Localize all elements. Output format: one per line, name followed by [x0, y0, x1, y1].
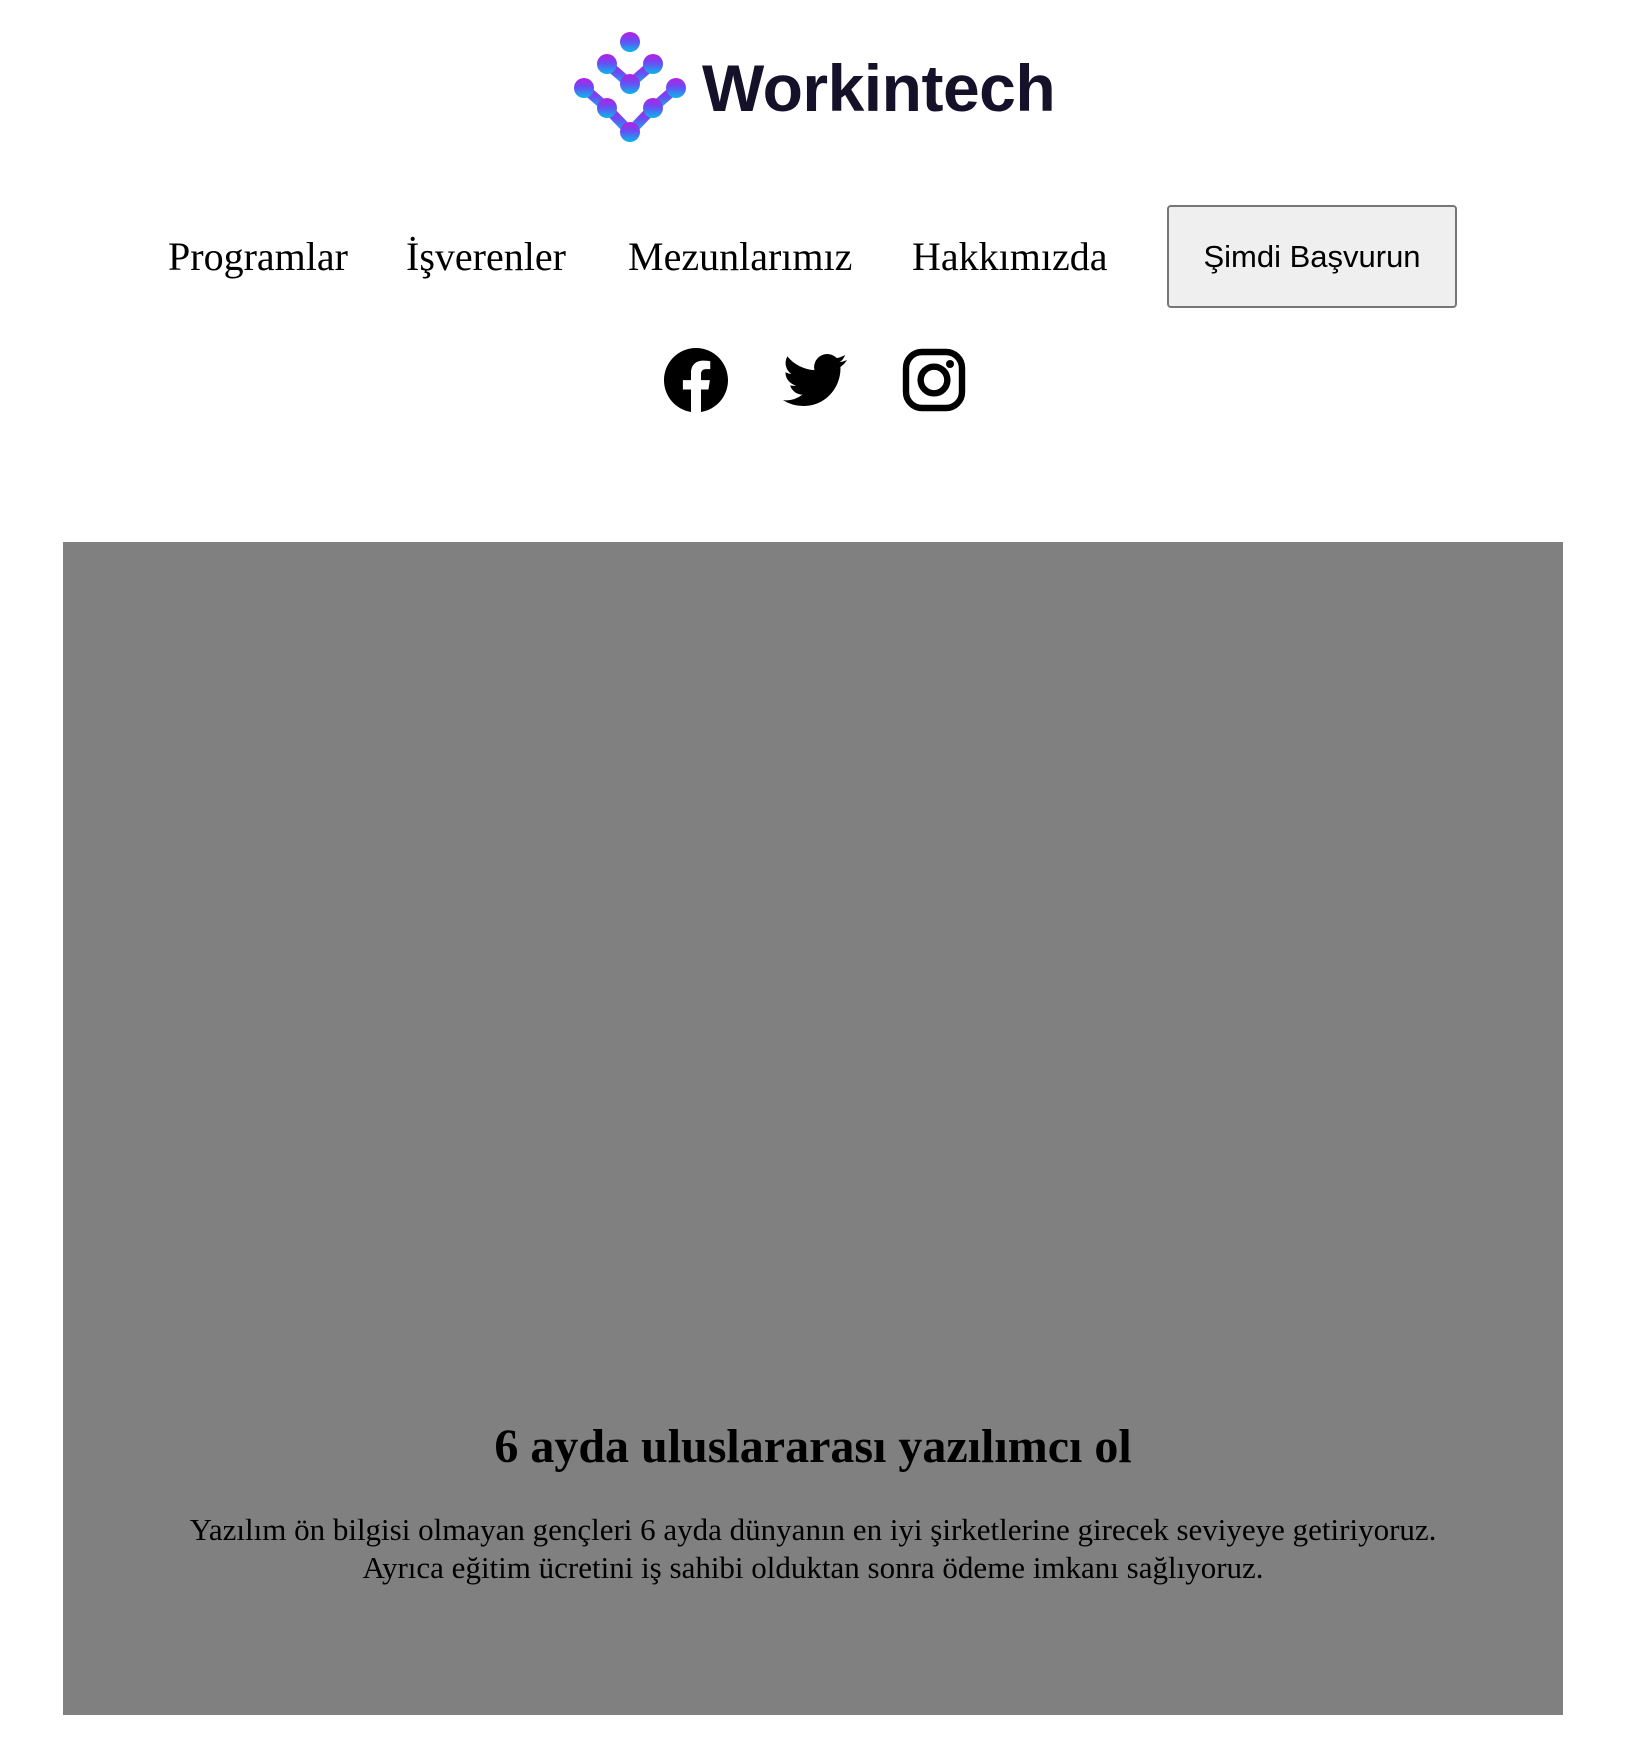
- twitter-link[interactable]: [783, 348, 847, 412]
- hero-description-line-1: Yazılım ön bilgisi olmayan gençleri 6 ay…: [189, 1512, 1437, 1547]
- nav-link-programlar[interactable]: Programlar: [168, 233, 348, 281]
- twitter-icon: [783, 354, 847, 407]
- facebook-icon: [664, 348, 728, 412]
- hero-description: Yazılım ön bilgisi olmayan gençleri 6 ay…: [63, 1511, 1563, 1587]
- instagram-icon: [902, 348, 966, 412]
- facebook-link[interactable]: [664, 348, 728, 412]
- nav-link-hakkimizda[interactable]: Hakkımızda: [912, 233, 1108, 281]
- brand-logo[interactable]: Workintech: [574, 32, 1056, 144]
- hero-title: 6 ayda uluslararası yazılımcı ol: [494, 1420, 1132, 1473]
- nav-link-isverenler[interactable]: İşverenler: [406, 233, 566, 281]
- social-links: [0, 348, 1630, 412]
- hero-description-line-2: Ayrıca eğitim ücretini iş sahibi oldukta…: [362, 1550, 1264, 1585]
- brand-name: Workintech: [702, 51, 1056, 125]
- hero-section: 6 ayda uluslararası yazılımcı ol Yazılım…: [63, 542, 1563, 1715]
- instagram-link[interactable]: [902, 348, 966, 412]
- apply-now-button[interactable]: Şimdi Başvurun: [1167, 205, 1457, 308]
- main-nav: Programlar İşverenler Mezunlarımız Hakkı…: [0, 205, 1630, 310]
- nav-link-mezunlarimiz[interactable]: Mezunlarımız: [628, 233, 852, 281]
- workintech-logo-icon: [574, 32, 686, 142]
